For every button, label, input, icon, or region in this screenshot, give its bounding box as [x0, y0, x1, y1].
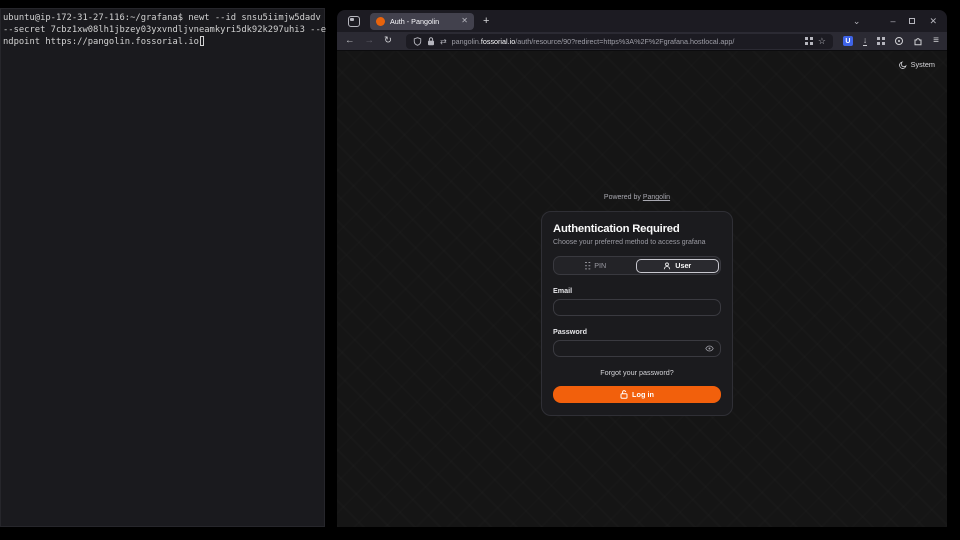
firefox-view-icon[interactable] [348, 16, 360, 27]
tab-user[interactable]: User [636, 259, 719, 273]
moon-icon [899, 61, 907, 69]
lock-icon[interactable] [427, 37, 435, 46]
pangolin-link[interactable]: Pangolin [643, 194, 670, 201]
login-button[interactable]: Log in [553, 386, 721, 403]
password-label: Password [553, 327, 721, 336]
new-tab-button[interactable]: + [483, 16, 489, 27]
user-icon [663, 262, 671, 270]
hamburger-menu-icon[interactable]: ≡ [933, 36, 939, 46]
desktop: ubuntu@ip-172-31-27-116:~/grafana$ newt … [0, 0, 960, 540]
tab-pin[interactable]: PIN [556, 259, 637, 273]
tracking-shield-icon[interactable] [413, 37, 422, 46]
url-bar[interactable]: ⇄ pangolin.fossorial.io/auth/resource/90… [406, 34, 833, 49]
record-circle-icon[interactable] [895, 37, 903, 45]
toolbar-extensions: U ↓ ≡ [843, 36, 939, 46]
back-icon[interactable]: ← [345, 36, 355, 46]
pangolin-favicon-icon [376, 17, 385, 26]
tab-pin-label: PIN [594, 261, 606, 270]
theme-toggle[interactable]: System [899, 60, 935, 69]
apps-grid-icon[interactable] [877, 37, 885, 45]
window-controls: ⌄ – ✕ [853, 17, 937, 26]
forward-icon[interactable]: → [365, 36, 375, 46]
tab-title: Auth - Pangolin [390, 17, 456, 26]
card-subtitle: Choose your preferred method to access g… [553, 239, 721, 246]
minimize-button[interactable]: – [890, 17, 895, 26]
forgot-password-link[interactable]: Forgot your password? [553, 368, 721, 377]
bookmark-star-icon[interactable]: ☆ [818, 37, 826, 46]
eye-icon [705, 344, 714, 353]
card-title: Authentication Required [553, 223, 721, 235]
email-label: Email [553, 286, 721, 295]
tab-close-icon[interactable]: ✕ [461, 17, 468, 25]
terminal-line: ubuntu@ip-172-31-27-116:~/grafana$ newt … [3, 12, 322, 24]
unlock-icon [620, 390, 628, 399]
password-field[interactable] [553, 340, 721, 357]
terminal-cursor [200, 36, 205, 46]
reload-icon[interactable]: ↻ [384, 36, 392, 46]
downloads-icon[interactable]: ↓ [863, 36, 867, 46]
maximize-button[interactable] [909, 18, 915, 24]
extension-icon-blue[interactable]: U [843, 36, 853, 46]
tab-list-chevron-icon[interactable]: ⌄ [853, 17, 861, 26]
auth-card: Authentication Required Choose your pref… [541, 211, 733, 416]
terminal-line: --secret 7cbz1xw08lh1jbzey03yxvndljvneam… [3, 24, 322, 36]
tab-user-label: User [675, 261, 691, 270]
browser-toolbar: ← → ↻ ⇄ pangolin.fossorial.io/auth/resou… [337, 32, 947, 51]
terminal-line: ndpoint https://pangolin.fossorial.io [3, 36, 322, 48]
password-visibility-toggle[interactable] [705, 344, 714, 353]
proxy-switch-icon[interactable]: ⇄ [440, 37, 447, 46]
email-field[interactable] [553, 299, 721, 316]
puzzle-extension-icon[interactable] [913, 36, 923, 46]
theme-toggle-label: System [911, 60, 935, 69]
auth-method-toggle: PIN User [553, 256, 721, 275]
close-button[interactable]: ✕ [929, 17, 937, 26]
page-content: System Powered by Pangolin Authenticatio… [337, 51, 947, 527]
powered-by: Powered by Pangolin [541, 194, 733, 201]
terminal-output: ubuntu@ip-172-31-27-116:~/grafana$ newt … [1, 9, 324, 52]
terminal-window[interactable]: ubuntu@ip-172-31-27-116:~/grafana$ newt … [0, 8, 325, 527]
pin-keypad-icon [585, 262, 590, 270]
login-button-label: Log in [632, 390, 654, 399]
url-text: pangolin.fossorial.io/auth/resource/90?r… [452, 37, 800, 46]
browser-tab-active[interactable]: Auth - Pangolin ✕ [370, 13, 474, 30]
tab-bar: Auth - Pangolin ✕ + ⌄ – ✕ [337, 10, 947, 32]
browser-window: Auth - Pangolin ✕ + ⌄ – ✕ ← → ↻ [337, 10, 947, 527]
container-grid-icon[interactable] [805, 37, 813, 45]
